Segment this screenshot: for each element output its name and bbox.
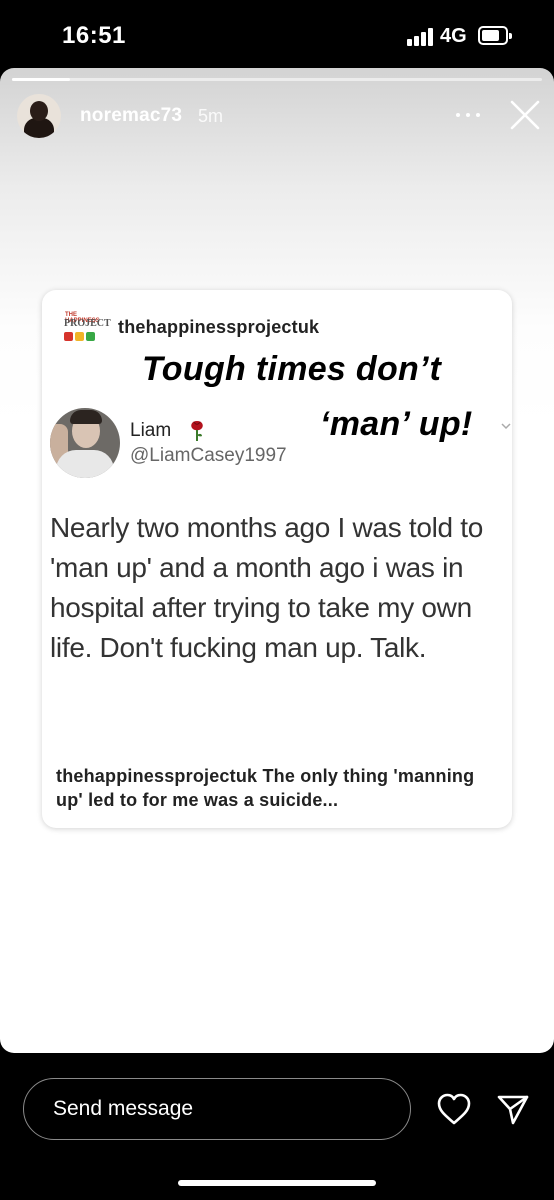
battery-icon [478,26,512,45]
send-icon[interactable] [496,1092,530,1126]
rose-icon [191,421,203,441]
status-bar: 16:51 4G [0,0,554,70]
post-caption: thehappinessprojectuk The only thing 'ma… [56,764,506,812]
more-icon[interactable] [455,104,481,124]
network-type: 4G [440,25,467,47]
send-message-input[interactable] [23,1078,411,1140]
story-screen: 16:51 4G noremac73 5m THE HAPPINESS PROJ… [0,0,554,1200]
tweet-author-name: Liam [130,420,172,441]
story-progress-bar [12,78,542,81]
post-account-name[interactable]: thehappinessprojectuk [118,317,319,338]
status-time: 16:51 [62,22,126,49]
tweet-author-handle: @LiamCasey1997 [130,445,287,466]
logo-main-text: PROJECT [64,318,111,329]
headline-line-1: Tough times don’t [142,350,442,388]
tweet-text: Nearly two months ago I was told to 'man… [50,512,484,663]
story-user-avatar[interactable] [17,94,61,138]
shared-post-card[interactable]: THE HAPPINESS PROJECT thehappinessprojec… [42,290,512,828]
heart-icon[interactable] [436,1092,472,1126]
story-timestamp: 5m [198,106,224,126]
happiness-project-logo: THE HAPPINESS PROJECT [62,312,111,342]
chevron-down-icon [501,423,511,430]
headline-line-2: ‘man’ up! [320,405,473,443]
signal-icon [407,28,435,46]
caption-account[interactable]: thehappinessprojectuk [56,766,257,786]
close-icon[interactable] [508,98,542,132]
home-indicator [178,1180,376,1186]
story-username[interactable]: noremac73 [80,105,182,127]
tweet-author-avatar [50,408,120,478]
story-content[interactable]: noremac73 5m THE HAPPINESS PROJECT theha… [0,68,554,1053]
